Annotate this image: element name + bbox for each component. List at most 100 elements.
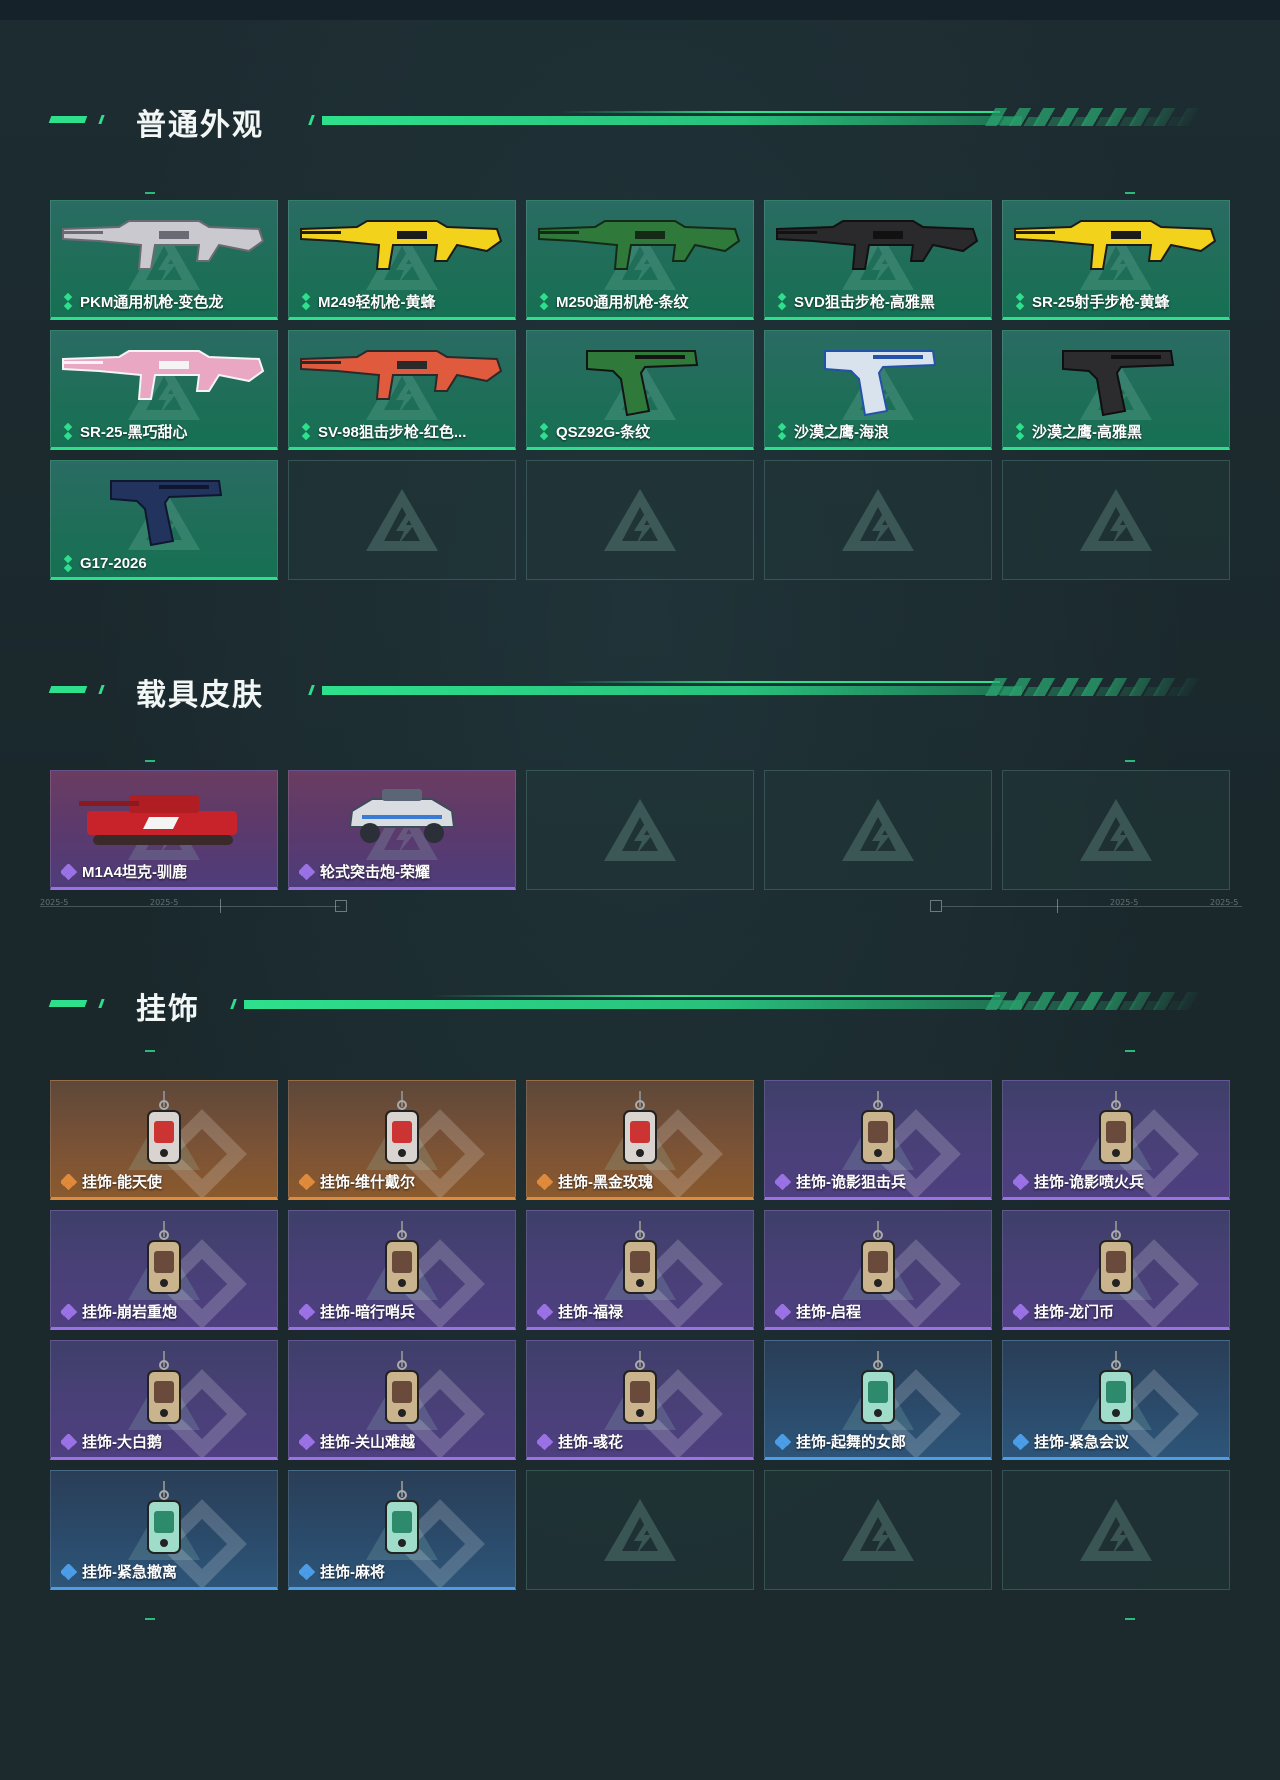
top-bar <box>0 0 1280 20</box>
corner-tick <box>145 1618 155 1620</box>
header-thin-bar <box>560 681 1000 683</box>
rarity-icon <box>537 422 551 440</box>
item-name: 挂饰-起舞的女郎 <box>796 1434 906 1451</box>
corner-tick <box>145 192 155 194</box>
logo-watermark-icon <box>838 795 918 865</box>
item-card[interactable]: 沙漠之鹰-海浪 <box>764 330 992 450</box>
timeline-label: 2025-5 <box>40 898 69 907</box>
logo-watermark-icon <box>600 795 680 865</box>
item-label: M249轻机枪-黄蜂 <box>299 291 509 312</box>
item-card[interactable]: 挂饰-诡影狙击兵 <box>764 1080 992 1200</box>
logo-watermark-icon <box>1076 795 1156 865</box>
item-name: 挂饰-龙门币 <box>1034 1304 1114 1321</box>
item-card[interactable]: SVD狙击步枪-高雅黑 <box>764 200 992 320</box>
item-card[interactable]: M1A4坦克-驯鹿 <box>50 770 278 890</box>
header-checker <box>987 117 1203 126</box>
item-card[interactable]: 挂饰-崩岩重炮 <box>50 1210 278 1330</box>
item-image <box>610 1221 670 1308</box>
decorative-timeline: 2025-5 2025-5 2025-5 2025-5 <box>0 898 1280 918</box>
item-card[interactable]: 挂饰-暗行哨兵 <box>288 1210 516 1330</box>
rarity-icon <box>299 422 313 440</box>
item-card[interactable]: 挂饰-龙门币 <box>1002 1210 1230 1330</box>
item-card[interactable]: M250通用机枪-条纹 <box>526 200 754 320</box>
item-image <box>813 341 943 426</box>
item-card[interactable]: 挂饰-启程 <box>764 1210 992 1330</box>
item-name: SR-25射手步枪-黄蜂 <box>1032 294 1170 311</box>
item-card[interactable]: PKM通用机枪-变色龙 <box>50 200 278 320</box>
item-card[interactable]: 挂饰-麻将 <box>288 1470 516 1590</box>
item-label: 挂饰-紧急会议 <box>1013 1431 1223 1452</box>
item-image <box>134 1091 194 1178</box>
item-card[interactable]: 轮式突击炮-荣耀 <box>288 770 516 890</box>
rarity-icon <box>775 422 789 440</box>
item-card[interactable]: SR-25-黑巧甜心 <box>50 330 278 450</box>
rarity-icon <box>1013 1302 1030 1320</box>
item-name: PKM通用机枪-变色龙 <box>80 294 224 311</box>
item-card[interactable]: M249轻机枪-黄蜂 <box>288 200 516 320</box>
item-card[interactable]: 挂饰-大白鹅 <box>50 1340 278 1460</box>
item-card[interactable]: 挂饰-能天使 <box>50 1080 278 1200</box>
item-name: 挂饰-维什戴尔 <box>320 1174 415 1191</box>
timeline-line <box>942 906 1242 907</box>
item-name: 挂饰-关山难越 <box>320 1434 415 1451</box>
item-label: 挂饰-龙门币 <box>1013 1301 1223 1322</box>
item-name: G17-2026 <box>80 555 147 572</box>
item-card[interactable]: QSZ92G-条纹 <box>526 330 754 450</box>
item-grid: M1A4坦克-驯鹿 轮式突击炮-荣耀 <box>50 770 1230 890</box>
item-card[interactable]: 挂饰-维什戴尔 <box>288 1080 516 1200</box>
item-label: QSZ92G-条纹 <box>537 421 747 442</box>
item-card[interactable]: 挂饰-黑金玫瑰 <box>526 1080 754 1200</box>
item-name: 挂饰-启程 <box>796 1304 861 1321</box>
item-image <box>610 1351 670 1438</box>
corner-tick <box>1125 192 1135 194</box>
rarity-icon <box>299 862 316 880</box>
item-name: 挂饰-诡影喷火兵 <box>1034 1174 1144 1191</box>
item-card[interactable]: 挂饰-关山难越 <box>288 1340 516 1460</box>
item-image <box>342 781 462 856</box>
section-title: 载具皮肤 <box>136 679 264 712</box>
timeline-line <box>40 906 340 907</box>
item-name: 挂饰-麻将 <box>320 1564 385 1581</box>
section-title: 普通外观 <box>136 109 264 142</box>
item-name: 挂饰-诡影狙击兵 <box>796 1174 906 1191</box>
empty-slot <box>526 1470 754 1590</box>
item-card[interactable]: 挂饰-彧花 <box>526 1340 754 1460</box>
item-image <box>848 1351 908 1438</box>
item-card[interactable]: SV-98狙击步枪-红色... <box>288 330 516 450</box>
item-label: 挂饰-福禄 <box>537 1301 747 1322</box>
item-image <box>1051 341 1181 426</box>
item-label: 挂饰-麻将 <box>299 1561 509 1582</box>
header-dash <box>48 686 88 693</box>
header-checker <box>987 687 1203 696</box>
item-card[interactable]: 挂饰-福禄 <box>526 1210 754 1330</box>
item-card[interactable]: 挂饰-起舞的女郎 <box>764 1340 992 1460</box>
item-image <box>1011 211 1221 286</box>
item-card[interactable]: 挂饰-诡影喷火兵 <box>1002 1080 1230 1200</box>
rarity-icon <box>61 1302 78 1320</box>
item-label: M250通用机枪-条纹 <box>537 291 747 312</box>
item-label: PKM通用机枪-变色龙 <box>61 291 271 312</box>
item-name: 沙漠之鹰-海浪 <box>794 424 889 441</box>
item-card[interactable]: G17-2026 <box>50 460 278 580</box>
item-grid: PKM通用机枪-变色龙 M249轻机枪-黄蜂 M250通用机枪-条纹 SVD狙击步枪-… <box>50 200 1230 580</box>
empty-slot <box>1002 1470 1230 1590</box>
item-label: 挂饰-关山难越 <box>299 1431 509 1452</box>
item-card[interactable]: 沙漠之鹰-高雅黑 <box>1002 330 1230 450</box>
item-image <box>297 341 507 416</box>
logo-watermark-icon <box>838 485 918 555</box>
item-name: 挂饰-黑金玫瑰 <box>558 1174 653 1191</box>
item-label: 挂饰-黑金玫瑰 <box>537 1171 747 1192</box>
item-card[interactable]: SR-25射手步枪-黄蜂 <box>1002 200 1230 320</box>
item-card[interactable]: 挂饰-紧急撤离 <box>50 1470 278 1590</box>
rarity-icon <box>1013 292 1027 310</box>
header-dash <box>98 999 105 1008</box>
item-card[interactable]: 挂饰-紧急会议 <box>1002 1340 1230 1460</box>
item-label: 轮式突击炮-荣耀 <box>299 861 509 882</box>
corner-tick <box>145 1050 155 1052</box>
item-label: 挂饰-诡影喷火兵 <box>1013 1171 1223 1192</box>
item-image <box>1086 1091 1146 1178</box>
item-name: 挂饰-紧急会议 <box>1034 1434 1129 1451</box>
item-image <box>848 1221 908 1308</box>
rarity-icon <box>299 292 313 310</box>
rarity-icon <box>537 1302 554 1320</box>
